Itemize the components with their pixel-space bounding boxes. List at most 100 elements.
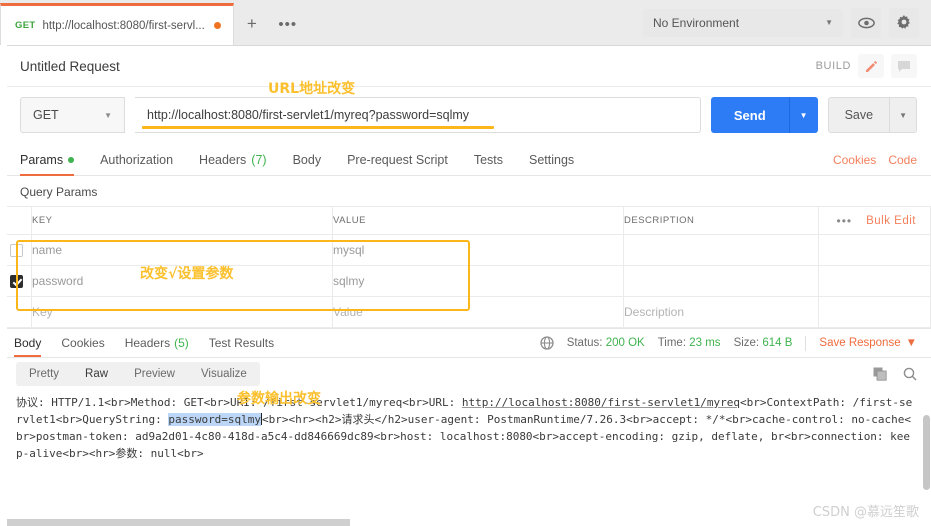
- save-button[interactable]: Save: [829, 98, 890, 132]
- save-button-group[interactable]: Save ▼: [827, 97, 917, 133]
- row-value-value: sqlmy: [333, 274, 365, 288]
- table-row[interactable]: Key Value Description: [0, 296, 931, 328]
- row-value-placeholder: Value: [333, 305, 363, 319]
- row-description-placeholder: Description: [624, 305, 685, 319]
- size-label-group: Size: 614 B: [734, 337, 793, 349]
- view-mode-preview[interactable]: Preview: [121, 362, 188, 386]
- row-value-cell[interactable]: mysql: [332, 234, 624, 266]
- view-mode-raw[interactable]: Raw: [72, 362, 121, 386]
- environment-label: No Environment: [653, 15, 740, 30]
- response-tab-headers-label: Headers: [124, 336, 171, 350]
- row-value-cell[interactable]: sqlmy: [332, 265, 624, 297]
- size-label: Size:: [733, 337, 760, 349]
- row-description-cell[interactable]: Description: [623, 296, 819, 328]
- url-highlight-underline: [142, 126, 494, 129]
- send-button-group[interactable]: Send ▼: [710, 97, 818, 133]
- tab-headers[interactable]: Headers (7): [199, 153, 267, 175]
- tab-authorization[interactable]: Authorization: [100, 153, 173, 175]
- response-tab-headers-count: (5): [174, 336, 189, 350]
- environment-quick-look-button[interactable]: [851, 7, 881, 38]
- comments-button[interactable]: [891, 54, 917, 78]
- request-title-actions: BUILD: [816, 54, 917, 78]
- request-title-row: Untitled Request BUILD: [0, 46, 931, 87]
- tab-tests[interactable]: Tests: [474, 153, 503, 175]
- header-actions: ••• Bulk Edit: [818, 206, 931, 235]
- size-value: 614 B: [762, 337, 793, 349]
- row-value-cell[interactable]: Value: [332, 296, 624, 328]
- row-description-cell[interactable]: [623, 265, 819, 297]
- tab-body-label: Body: [292, 153, 322, 167]
- response-tab-cookies[interactable]: Cookies: [61, 329, 104, 357]
- table-row[interactable]: name mysql: [0, 234, 931, 266]
- table-row[interactable]: password sqlmy: [0, 265, 931, 297]
- chevron-down-icon: ▼: [104, 110, 112, 120]
- response-tab-headers[interactable]: Headers (5): [125, 329, 189, 357]
- new-tab-button[interactable]: +: [233, 3, 270, 45]
- time-label: Time:: [657, 337, 687, 349]
- time-value: 23 ms: [689, 337, 721, 349]
- http-method-select[interactable]: GET ▼: [20, 97, 125, 133]
- tab-body[interactable]: Body: [293, 153, 322, 175]
- response-tab-body[interactable]: Body: [14, 329, 42, 357]
- view-mode-pretty[interactable]: Pretty: [16, 362, 72, 386]
- tab-params-label: Params: [20, 153, 64, 167]
- param-enabled-checkbox[interactable]: [9, 243, 23, 257]
- response-view-actions: [873, 367, 917, 381]
- response-body-segment-1: 协议: HTTP/1.1<br>Method: GET<br>URI: /fir…: [16, 396, 462, 409]
- cookies-link[interactable]: Cookies: [833, 153, 876, 167]
- tab-pre-request-script[interactable]: Pre-request Script: [347, 153, 448, 175]
- request-tab[interactable]: GET http://localhost:8080/first-servl...: [0, 3, 234, 45]
- row-key-value: password: [32, 274, 84, 288]
- edit-request-button[interactable]: [858, 54, 884, 78]
- tab-pre-request-script-label: Pre-request Script: [347, 153, 448, 167]
- response-tab-test-results[interactable]: Test Results: [209, 329, 274, 357]
- header-key: KEY: [31, 206, 333, 235]
- row-key-cell[interactable]: Key: [31, 296, 333, 328]
- url-bar-row: GET ▼ http://localhost:8080/first-servle…: [0, 87, 931, 143]
- row-key-cell[interactable]: password: [31, 265, 333, 297]
- param-enabled-checkbox[interactable]: [9, 274, 23, 288]
- page-title: Untitled Request: [20, 58, 120, 74]
- globe-icon[interactable]: [540, 336, 554, 350]
- environment-selector[interactable]: No Environment ▼: [643, 8, 843, 37]
- tab-strip-right: No Environment ▼: [643, 0, 931, 45]
- tab-settings[interactable]: Settings: [529, 153, 574, 175]
- horizontal-scrollbar[interactable]: [0, 519, 350, 526]
- meta-divider: [805, 335, 807, 351]
- header-description: DESCRIPTION: [623, 206, 819, 235]
- query-params-table: KEY VALUE DESCRIPTION ••• Bulk Edit name…: [0, 206, 931, 328]
- view-mode-visualize[interactable]: Visualize: [188, 362, 260, 386]
- request-tab-url: http://localhost:8080/first-servl...: [42, 19, 205, 32]
- response-vertical-scrollbar[interactable]: [923, 415, 930, 490]
- time-label-group: Time: 23 ms: [658, 337, 721, 349]
- save-options-caret-icon[interactable]: ▼: [890, 98, 916, 132]
- search-icon[interactable]: [903, 367, 917, 381]
- code-link[interactable]: Code: [888, 153, 917, 167]
- settings-button[interactable]: [889, 7, 919, 38]
- tab-options-button[interactable]: •••: [269, 3, 306, 45]
- response-body[interactable]: 协议: HTTP/1.1<br>Method: GET<br>URI: /fir…: [0, 390, 931, 462]
- tab-tests-label: Tests: [473, 153, 503, 167]
- response-body-url: http://localhost:8080/first-servlet1/myr…: [461, 396, 740, 409]
- response-tab-cookies-label: Cookies: [61, 336, 105, 350]
- tab-params[interactable]: Params: [20, 153, 75, 176]
- postman-window: GET http://localhost:8080/first-servl...…: [0, 0, 931, 526]
- comment-icon: [898, 60, 910, 72]
- row-actions-cell: [818, 265, 931, 297]
- bulk-edit-link[interactable]: Bulk Edit: [866, 215, 916, 227]
- params-active-dot-icon: [68, 157, 75, 163]
- send-options-caret-icon[interactable]: ▼: [790, 97, 818, 133]
- tab-strip-left: GET http://localhost:8080/first-servl...…: [0, 0, 306, 45]
- table-options-icon[interactable]: •••: [837, 214, 853, 228]
- copy-icon[interactable]: [873, 367, 887, 381]
- eye-icon: [857, 17, 875, 28]
- chevron-down-icon: ▼: [825, 18, 833, 27]
- row-description-cell[interactable]: [623, 234, 819, 266]
- pencil-icon: [866, 60, 878, 72]
- url-input[interactable]: http://localhost:8080/first-servlet1/myr…: [135, 97, 701, 133]
- save-response-button[interactable]: Save Response ▼: [819, 337, 917, 349]
- send-button[interactable]: Send: [711, 97, 789, 133]
- response-view-row: Pretty Raw Preview Visualize: [0, 358, 931, 390]
- row-key-cell[interactable]: name: [31, 234, 333, 266]
- response-tab-body-label: Body: [14, 336, 42, 350]
